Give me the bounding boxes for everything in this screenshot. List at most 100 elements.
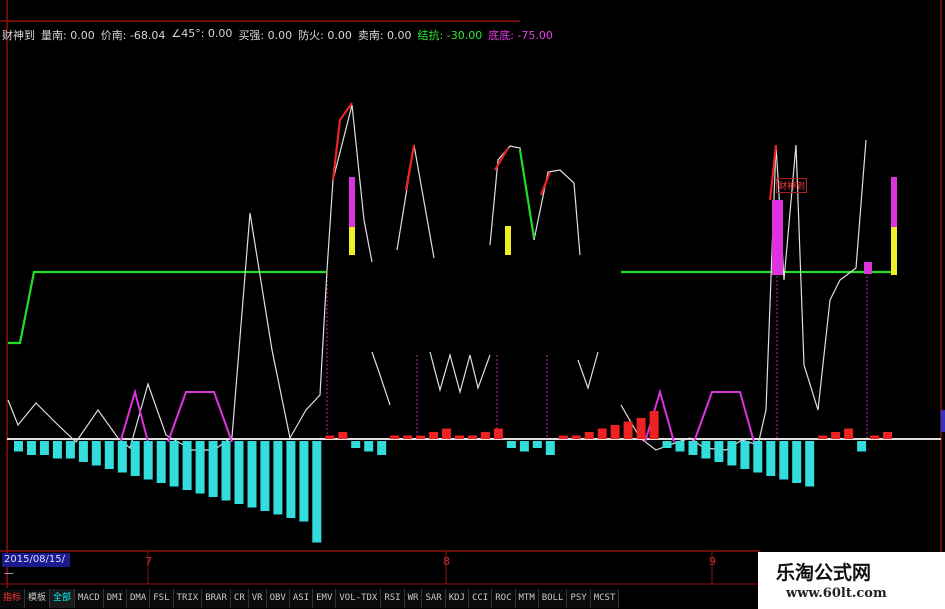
histogram-bar bbox=[156, 441, 166, 483]
header-field-2: ∠45°: 0.00 bbox=[171, 27, 233, 40]
histogram-bar bbox=[325, 435, 335, 439]
histogram-bar bbox=[416, 435, 426, 439]
histogram-bar bbox=[584, 432, 594, 439]
white-line-seg4 bbox=[371, 351, 391, 406]
tab-boll[interactable]: BOLL bbox=[538, 589, 568, 608]
histogram-bar bbox=[831, 432, 841, 439]
histogram-bar bbox=[818, 435, 828, 439]
indicator-chart bbox=[0, 0, 945, 588]
white-line-seg2 bbox=[396, 144, 435, 259]
white-oscillator-line bbox=[7, 104, 373, 451]
white-line-seg5 bbox=[429, 351, 491, 395]
histogram-bar bbox=[792, 441, 802, 483]
histogram-bar bbox=[208, 441, 218, 497]
tab-模板[interactable]: 模板 bbox=[25, 589, 51, 608]
header-field-0: 量南: 0.00 bbox=[41, 29, 95, 42]
tab-trix[interactable]: TRIX bbox=[173, 589, 203, 608]
watermark-url: www.60lt.com bbox=[786, 586, 887, 601]
histogram-bar bbox=[442, 428, 451, 439]
histogram-bar bbox=[247, 441, 257, 508]
histogram-bar bbox=[532, 441, 542, 448]
header-field-5: 卖南: 0.00 bbox=[357, 29, 412, 42]
indicator-header: 财神到 量南: 0.00 价南: -68.04 ∠45°: 0.00 买强: 0… bbox=[2, 27, 553, 45]
header-field-7: 底底: -75.00 bbox=[488, 29, 553, 42]
histogram-bar bbox=[701, 441, 711, 459]
tab-psy[interactable]: PSY bbox=[567, 589, 591, 608]
histogram-bar bbox=[195, 441, 205, 494]
tab-macd[interactable]: MACD bbox=[75, 589, 104, 608]
tab-mcst[interactable]: MCST bbox=[590, 589, 620, 608]
histogram-bar bbox=[519, 441, 529, 452]
histogram-bar bbox=[27, 441, 36, 455]
tab-brar[interactable]: BRAR bbox=[202, 589, 231, 608]
tab-rsi[interactable]: RSI bbox=[381, 589, 405, 608]
right-edge-marker bbox=[941, 410, 945, 432]
histogram-bar bbox=[377, 441, 387, 455]
histogram-bar bbox=[364, 441, 374, 452]
tab-vr[interactable]: VR bbox=[248, 589, 267, 608]
histogram-bar bbox=[455, 435, 464, 439]
tab-dma[interactable]: DMA bbox=[127, 589, 151, 608]
histogram-bar bbox=[104, 441, 114, 469]
tab-mtm[interactable]: MTM bbox=[515, 589, 539, 608]
white-line-seg6 bbox=[577, 351, 599, 390]
tab-asi[interactable]: ASI bbox=[289, 589, 314, 608]
histogram-bar bbox=[753, 441, 763, 473]
red-highlight-2 bbox=[404, 144, 416, 191]
tab-roc[interactable]: ROC bbox=[492, 589, 516, 608]
tab-dmi[interactable]: DMI bbox=[103, 589, 127, 608]
histogram-bar bbox=[727, 441, 737, 466]
histogram-bar bbox=[766, 441, 776, 476]
tab-emv[interactable]: EMV bbox=[313, 589, 337, 608]
date-box: 2015/08/15/— bbox=[2, 553, 70, 579]
histogram-bar bbox=[675, 441, 685, 452]
tab-cci[interactable]: CCI bbox=[468, 589, 493, 608]
month-tick-7: 7 bbox=[145, 555, 152, 568]
histogram-bar bbox=[636, 418, 646, 439]
red-highlight-3 bbox=[494, 147, 509, 171]
tab-cr[interactable]: CR bbox=[230, 589, 249, 608]
month-tick-9: 9 bbox=[709, 555, 716, 568]
histogram-bar bbox=[91, 441, 101, 466]
histogram-bar bbox=[117, 441, 127, 473]
header-field-4: 防火: 0.00 bbox=[298, 29, 352, 42]
histogram-bar bbox=[169, 441, 179, 487]
histogram-bar bbox=[623, 421, 633, 439]
tab-fsl[interactable]: FSL bbox=[150, 589, 174, 608]
histogram-bar bbox=[260, 441, 270, 511]
histogram-bar bbox=[714, 441, 724, 462]
histogram-bar bbox=[143, 441, 153, 480]
histogram-bar bbox=[493, 428, 503, 439]
tab-全部[interactable]: 全部 bbox=[50, 589, 76, 608]
watermark: 乐淘公式网 www.60lt.com bbox=[758, 552, 945, 609]
histogram-bar bbox=[234, 441, 244, 504]
histogram-bar bbox=[688, 441, 698, 455]
histogram-bar bbox=[610, 425, 620, 439]
tab-sar[interactable]: SAR bbox=[422, 589, 446, 608]
histogram-bar bbox=[65, 441, 75, 459]
indicator-tab-bar: 指标 模板 全部 MACD DMI DMA FSL TRIX BRAR CR VR OBV ASI EMV… bbox=[0, 588, 620, 609]
tab-指标[interactable]: 指标 bbox=[0, 589, 26, 608]
baseline-signal-left bbox=[8, 270, 326, 345]
header-field-3: 买强: 0.00 bbox=[238, 29, 293, 42]
histogram-bar bbox=[883, 432, 892, 439]
histogram-bar bbox=[662, 441, 672, 448]
red-highlight-4 bbox=[539, 171, 552, 196]
histogram-bar bbox=[468, 435, 477, 439]
histogram-bar bbox=[221, 441, 231, 501]
histogram-bar bbox=[78, 441, 88, 462]
tab-wr[interactable]: WR bbox=[404, 589, 423, 608]
histogram-bar bbox=[273, 441, 283, 515]
histogram-bar bbox=[558, 435, 568, 439]
histogram-bar bbox=[480, 432, 490, 439]
histogram-bar bbox=[649, 411, 659, 439]
header-field-6: 结抗: -30.00 bbox=[417, 29, 483, 42]
white-line-seg3 bbox=[489, 145, 581, 256]
histogram-bar bbox=[571, 435, 581, 439]
tab-kdj[interactable]: KDJ bbox=[445, 589, 469, 608]
tab-vol-tdx[interactable]: VOL-TDX bbox=[336, 589, 382, 608]
histogram-bar bbox=[857, 441, 867, 452]
histogram-bar bbox=[844, 428, 854, 439]
histogram-bar bbox=[740, 441, 750, 469]
tab-obv[interactable]: OBV bbox=[266, 589, 290, 608]
